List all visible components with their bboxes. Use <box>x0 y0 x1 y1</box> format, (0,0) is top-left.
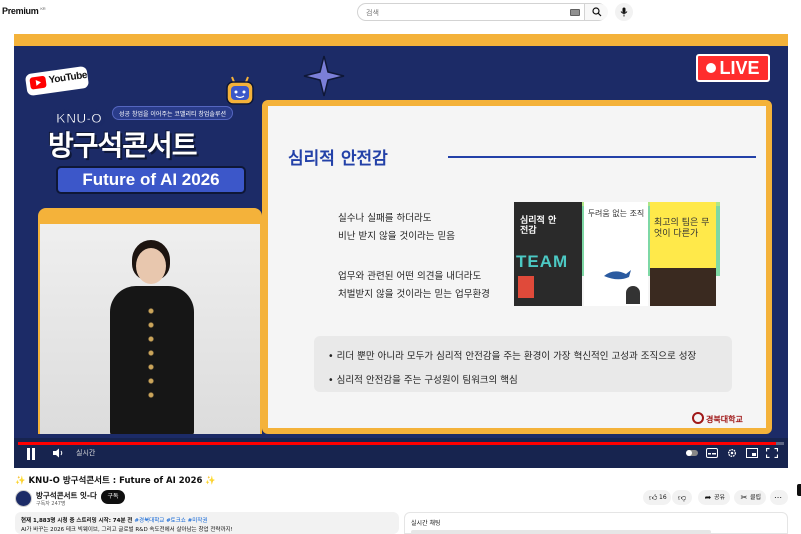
event-tagline: 성공 창업을 이어주는 코밸리티 창업솔루션 <box>112 106 233 120</box>
book-3-title: 최고의 팀은 무엇이 다른가 <box>654 218 710 239</box>
share-label: 공유 <box>714 494 726 501</box>
clip-label: 클립 <box>750 494 762 501</box>
miniplayer-icon[interactable] <box>746 448 758 458</box>
more-icon: ⋯ <box>774 493 782 502</box>
settings-icon[interactable] <box>726 448 738 458</box>
definition-2-line-2: 처벌받지 않을 것이라는 믿는 업무환경 <box>338 289 490 300</box>
dislike-button[interactable]: 👎︎ <box>672 490 692 505</box>
book-2-title: 두려움 없는 조직 <box>587 209 645 218</box>
mic-icon <box>620 7 628 17</box>
video-title: ✨ KNU-O 방구석콘서트 : Future of AI 2026 ✨ <box>15 476 216 486</box>
volume-icon[interactable] <box>52 448 64 458</box>
book-cover-3: 최고의 팀은 무엇이 다른가 <box>650 202 716 306</box>
book-1-title: 심리적 안전감 <box>520 216 557 236</box>
progress-bar[interactable] <box>18 442 784 445</box>
pause-button[interactable] <box>26 448 36 460</box>
book-3-band <box>650 268 716 306</box>
book-2-author-photo <box>626 286 640 304</box>
thumbs-down-icon: 👎︎ <box>678 493 687 502</box>
live-badge: LIVE <box>696 54 770 82</box>
voice-search-button[interactable] <box>615 3 633 21</box>
definition-1-line-1: 실수나 실패를 하더라도 <box>338 213 432 224</box>
logo[interactable]: Premium KR <box>2 6 46 16</box>
book-1-team: TEAM <box>516 252 569 271</box>
live-chat-title[interactable]: 실시간 채팅 <box>411 518 441 527</box>
top-bar: Premium KR <box>0 0 801 26</box>
definition-1-line-2: 비난 받지 않을 것이라는 믿음 <box>338 231 455 242</box>
presenter-video <box>40 224 260 434</box>
search-input[interactable] <box>366 6 556 19</box>
thumbs-up-icon: 👍︎ <box>649 493 658 502</box>
video-player[interactable]: YouTube KNU-O 성공 창업을 이어주는 코밸리티 창업솔루션 방구석… <box>14 34 788 468</box>
logo-country: KR <box>40 6 46 11</box>
keyboard-icon[interactable] <box>570 9 580 16</box>
live-text: LIVE <box>719 58 760 78</box>
chat-message-placeholder <box>411 530 711 534</box>
youtube-wordmark: YouTube <box>48 69 88 87</box>
live-indicator[interactable]: 실시간 <box>76 448 95 458</box>
book-1-swatch <box>518 276 534 298</box>
event-subtitle: Future of AI 2026 <box>56 166 246 194</box>
university-logo: 경북대학교 <box>706 415 743 424</box>
like-button[interactable]: 👍︎ 16 <box>643 490 671 505</box>
subtitles-icon[interactable] <box>706 448 718 458</box>
subscriber-count: 구독자 247명 <box>36 501 66 507</box>
event-title: 방구석콘서트 <box>48 129 198 162</box>
subscribe-button[interactable]: 구독 <box>101 490 125 504</box>
definition-2-line-1: 업무와 관련된 어떤 의견을 내더라도 <box>338 271 482 282</box>
clip-button[interactable]: ✂ 클립 <box>734 490 766 505</box>
description-stats: 현재 1,883명 시청 중 스트리밍 시작: 74분 전 #경북대학교 #토크… <box>21 516 207 524</box>
player-controls: 실시간 <box>14 442 788 464</box>
description-text: AI가 바꾸는 2026 테크 빅웨이브, 그리고 글로벌 R&D 속도전에서 … <box>21 527 233 533</box>
side-panel-edge <box>797 484 801 496</box>
live-dot-icon <box>706 63 717 73</box>
presenter-face <box>136 248 166 284</box>
presenter-buttons <box>148 304 154 404</box>
presentation-slide: 심리적 안전감 실수나 실패를 하더라도 비난 받지 않을 것이라는 믿음 업무… <box>262 100 772 434</box>
youtube-badge: YouTube <box>24 65 90 97</box>
bullet-1-text: 리더 뿐만 아니라 모두가 심리적 안전감을 주는 환경이 가장 혁신적인 고성… <box>336 351 697 362</box>
share-button[interactable]: ➦ 공유 <box>698 490 730 505</box>
more-actions-button[interactable]: ⋯ <box>770 490 788 505</box>
bullet-1: • 리더 뿐만 아니라 모두가 심리적 안전감을 주는 환경이 가장 혁신적인 … <box>328 351 697 362</box>
search-icon <box>591 7 601 17</box>
bullet-2-text: 심리적 안전감을 주는 구성원이 팀워크의 핵심 <box>336 375 518 386</box>
star-icon <box>303 55 345 97</box>
slide-title: 심리적 안전감 <box>288 149 388 169</box>
slide-divider <box>448 156 756 158</box>
youtube-play-icon <box>29 75 47 90</box>
university-seal-icon <box>692 412 704 424</box>
fullscreen-icon[interactable] <box>766 448 778 458</box>
view-stats: 현재 1,883명 시청 중 스트리밍 시작: 74분 전 <box>21 518 133 524</box>
book-cover-1: 심리적 안전감 TEAM <box>514 202 582 306</box>
logo-text: Premium <box>2 6 39 16</box>
robot-icon <box>226 76 254 105</box>
definition-1: 실수나 실패를 하더라도 비난 받지 않을 것이라는 믿음 <box>338 210 455 246</box>
like-count: 16 <box>659 494 667 501</box>
progress-fill <box>18 442 777 445</box>
frame-stripe-top <box>14 34 788 46</box>
channel-avatar[interactable] <box>15 490 32 507</box>
live-chat-panel: 실시간 채팅 <box>404 512 788 534</box>
book-cover-2: 두려움 없는 조직 <box>584 202 648 306</box>
book-covers: 심리적 안전감 TEAM 두려움 없는 조직 최고의 팀은 무엇이 다른가 <box>514 202 720 306</box>
scissors-icon: ✂ <box>740 493 748 502</box>
bullet-box: • 리더 뿐만 아니라 모두가 심리적 안전감을 주는 환경이 가장 혁신적인 … <box>314 336 732 392</box>
search-button[interactable] <box>584 4 608 20</box>
presenter-frame <box>38 208 262 434</box>
description-box[interactable]: 현재 1,883명 시청 중 스트리밍 시작: 74분 전 #경북대학교 #토크… <box>15 512 399 534</box>
search-box <box>357 3 608 21</box>
autoplay-toggle-icon[interactable] <box>686 448 698 458</box>
whale-icon <box>604 270 631 280</box>
share-icon: ➦ <box>704 493 712 502</box>
bullet-2: • 심리적 안전감을 주는 구성원이 팀워크의 핵심 <box>328 375 518 386</box>
definition-2: 업무와 관련된 어떤 의견을 내더라도 처벌받지 않을 것이라는 믿는 업무환경 <box>338 268 490 304</box>
hashtags[interactable]: #경북대학교 #토크쇼 #미작권 <box>134 518 207 524</box>
knu-o-label: KNU-O <box>56 110 103 127</box>
